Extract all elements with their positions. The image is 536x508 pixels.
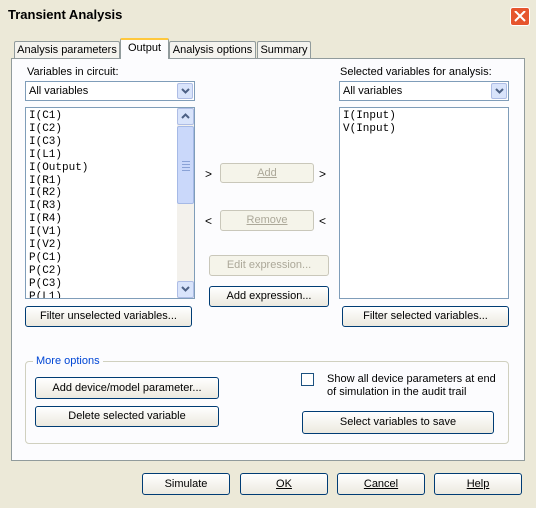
left-list-scrollbar[interactable] <box>177 108 194 298</box>
tab-analysis-options[interactable]: Analysis options <box>169 41 256 58</box>
tab-output[interactable]: Output <box>120 38 169 59</box>
close-icon <box>514 11 526 22</box>
ok-button[interactable]: OK <box>240 473 328 495</box>
tab-label: Analysis parameters <box>17 44 117 56</box>
add-arrow-left-indicator: > <box>205 167 213 181</box>
list-item[interactable]: I(R3) <box>29 200 88 213</box>
add-device-model-parameter-button[interactable]: Add device/model parameter... <box>35 377 219 399</box>
title-bar: Transient Analysis <box>0 0 536 30</box>
button-label: Cancel <box>363 478 399 490</box>
tab-label: Summary <box>260 44 308 56</box>
button-label: Help <box>466 478 490 490</box>
list-item[interactable]: V(Input) <box>343 123 396 136</box>
list-item[interactable]: I(R4) <box>29 213 88 226</box>
list-item[interactable]: I(Output) <box>29 162 88 175</box>
list-item[interactable]: I(C2) <box>29 123 88 136</box>
show-all-device-params-label-line2: of simulation in the audit trail <box>327 386 467 398</box>
scroll-down-button[interactable] <box>177 281 194 298</box>
button-label: Add <box>257 167 277 179</box>
right-filter-value: All variables <box>343 85 403 97</box>
chevron-down-icon <box>495 88 504 94</box>
right-list-items: I(Input) V(Input) <box>343 110 396 136</box>
edit-expression-button[interactable]: Edit expression... <box>209 255 329 276</box>
tab-label: Analysis options <box>172 44 253 56</box>
list-item[interactable]: I(Input) <box>343 110 396 123</box>
button-label: Select variables to save <box>339 416 457 428</box>
list-item[interactable]: P(C3) <box>29 278 88 291</box>
button-label: Edit expression... <box>226 259 312 271</box>
list-item[interactable]: I(C1) <box>29 110 88 123</box>
transient-analysis-dialog: Transient Analysis Analysis parameters O… <box>0 0 536 508</box>
list-item[interactable]: I(R1) <box>29 175 88 188</box>
left-filter-select[interactable]: All variables <box>25 81 195 101</box>
left-list-items: I(C1) I(C2) I(C3) I(L1) I(Output) I(R1) I(R2) I… <box>29 110 88 298</box>
tab-analysis-parameters[interactable]: Analysis parameters <box>14 41 120 58</box>
remove-button[interactable]: Remove <box>220 210 314 231</box>
variables-in-circuit-label: Variables in circuit: <box>27 66 119 78</box>
chevron-down-icon <box>181 88 190 94</box>
add-arrow-right-indicator: > <box>319 167 327 181</box>
select-variables-to-save-button[interactable]: Select variables to save <box>302 411 494 434</box>
remove-arrow-left-indicator: < <box>205 214 213 228</box>
chevron-down-icon <box>181 286 190 292</box>
tab-summary[interactable]: Summary <box>257 41 311 58</box>
more-options-legend: More options <box>33 355 103 367</box>
remove-arrow-right-indicator: < <box>319 214 327 228</box>
add-button[interactable]: Add <box>220 163 314 183</box>
window-title: Transient Analysis <box>8 7 123 22</box>
tab-label: Output <box>127 42 162 54</box>
button-label: Add device/model parameter... <box>52 382 202 394</box>
variables-in-circuit-list[interactable]: I(C1) I(C2) I(C3) I(L1) I(Output) I(R1) I(R2) I… <box>25 107 195 299</box>
help-button[interactable]: Help <box>434 473 522 495</box>
simulate-button[interactable]: Simulate <box>142 473 230 495</box>
list-item[interactable]: P(L1) <box>29 291 88 298</box>
list-item[interactable]: I(R2) <box>29 187 88 200</box>
close-button[interactable] <box>510 7 530 26</box>
add-expression-button[interactable]: Add expression... <box>209 286 329 307</box>
scroll-up-button[interactable] <box>177 108 194 125</box>
button-label: Delete selected variable <box>68 410 186 422</box>
button-label: Filter unselected variables... <box>40 310 177 322</box>
show-all-device-params-label-line1: Show all device parameters at end <box>327 373 496 385</box>
show-all-device-params-checkbox[interactable] <box>301 373 314 386</box>
list-item[interactable]: P(C2) <box>29 265 88 278</box>
filter-unselected-button[interactable]: Filter unselected variables... <box>25 306 192 327</box>
dropdown-button[interactable] <box>491 83 507 99</box>
dropdown-button[interactable] <box>177 83 193 99</box>
button-label: Remove <box>246 214 288 226</box>
list-item[interactable]: I(L1) <box>29 149 88 162</box>
list-item[interactable]: P(C1) <box>29 252 88 265</box>
delete-selected-variable-button[interactable]: Delete selected variable <box>35 406 219 427</box>
list-item[interactable]: I(C3) <box>29 136 88 149</box>
list-item[interactable]: I(V1) <box>29 226 88 239</box>
button-label: Add expression... <box>226 290 312 302</box>
button-label: Simulate <box>164 478 208 490</box>
button-label: Filter selected variables... <box>363 310 488 322</box>
button-label: OK <box>276 478 292 490</box>
chevron-up-icon <box>181 113 190 119</box>
scroll-thumb[interactable] <box>177 126 194 204</box>
list-item[interactable]: I(V2) <box>29 239 88 252</box>
right-filter-select[interactable]: All variables <box>339 81 509 101</box>
selected-variables-label: Selected variables for analysis: <box>340 66 492 78</box>
cancel-button[interactable]: Cancel <box>337 473 425 495</box>
filter-selected-button[interactable]: Filter selected variables... <box>342 306 509 327</box>
selected-variables-list[interactable]: I(Input) V(Input) <box>339 107 509 299</box>
left-filter-value: All variables <box>29 85 89 97</box>
